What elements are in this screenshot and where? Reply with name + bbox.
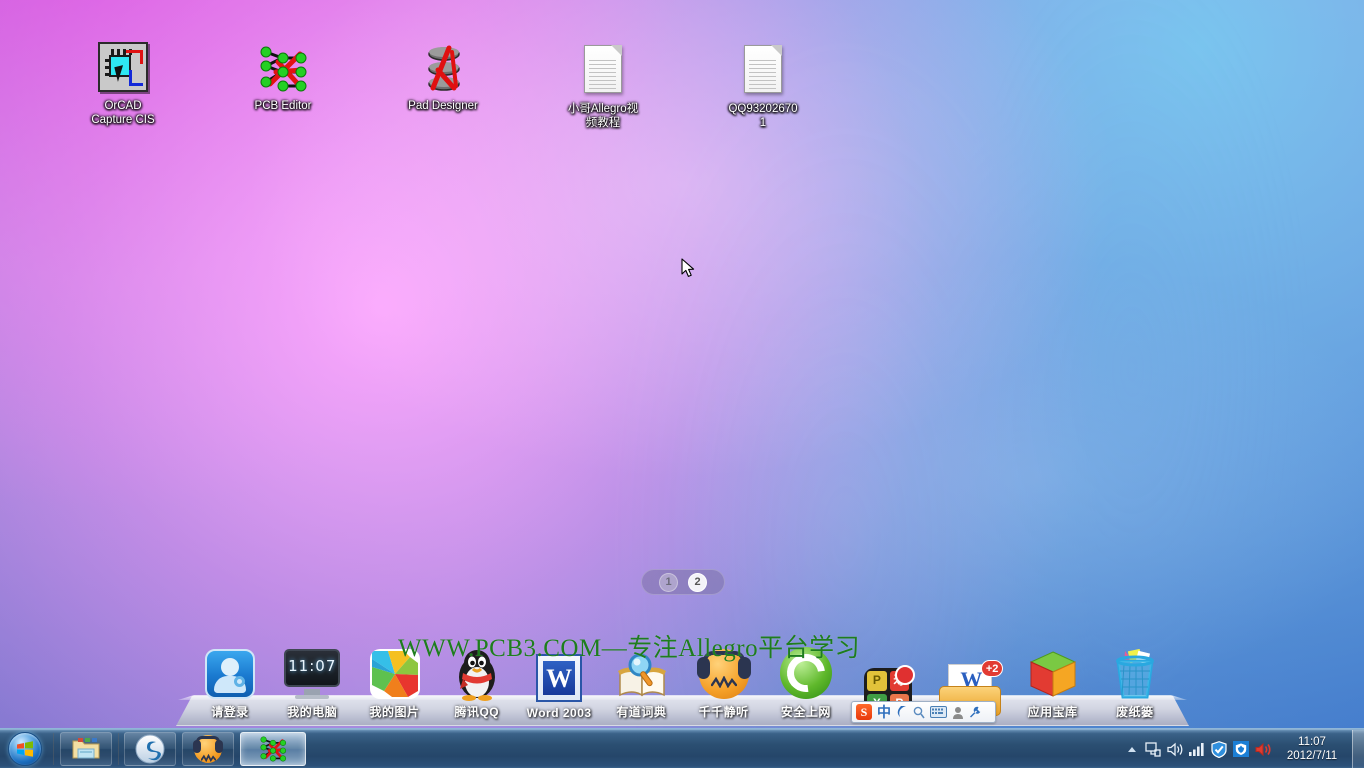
- text-file-icon: [576, 45, 630, 99]
- desktop-icon-label: Pad Designer: [408, 100, 478, 112]
- desktop-icon-orcad-capture-cis[interactable]: OrCAD Capture CIS: [68, 42, 178, 127]
- dock-item-label: Word 2003: [526, 706, 592, 720]
- dock-item-app-treasury[interactable]: 应用宝库: [1013, 641, 1093, 720]
- taskbar-button-sogou-browser[interactable]: [124, 732, 176, 766]
- dock-item-safe-browser[interactable]: 安全上网: [766, 641, 846, 720]
- taskbar-button-ttplayer[interactable]: [182, 732, 234, 766]
- dock-item-word-2003[interactable]: W Word 2003: [519, 644, 599, 720]
- sogou-logo-icon[interactable]: S: [856, 704, 872, 720]
- clock-date: 2012/7/11: [1286, 750, 1338, 762]
- dock-item-recycle-bin[interactable]: 废纸篓: [1095, 641, 1175, 720]
- dock-item-ttplayer[interactable]: 千千静听: [684, 641, 764, 720]
- tray-security-center-button[interactable]: [1208, 730, 1230, 768]
- ttplayer-icon: [684, 641, 764, 699]
- tray-volume-button[interactable]: [1164, 730, 1186, 768]
- desktop-icon-label: 小哥Allegro视 频教程: [567, 103, 639, 129]
- dock-item-my-pictures[interactable]: 我的图片: [355, 641, 435, 720]
- dock-clock-display: 11:07: [288, 657, 337, 675]
- start-button[interactable]: [5, 731, 49, 767]
- dock-item-label: 我的图片: [369, 705, 420, 719]
- dock-item-youdao-dict[interactable]: 有道词典: [601, 641, 681, 720]
- my-computer-icon: 11:07: [272, 641, 352, 699]
- desktop-icon-qq932026701[interactable]: QQ93202670 1: [708, 42, 818, 130]
- chinese-mode-icon[interactable]: 中: [877, 705, 891, 719]
- dock-item-login[interactable]: 请登录: [190, 641, 270, 720]
- safe-browser-icon: [766, 641, 846, 700]
- dock-item-label: 千千静听: [698, 705, 749, 719]
- taskbar-clock[interactable]: 11:07 2012/7/11: [1274, 735, 1350, 763]
- taskbar-button-pcb-editor[interactable]: [240, 732, 306, 766]
- pcb-editor-icon: [260, 736, 287, 762]
- my-pictures-icon: [355, 641, 435, 699]
- speaker-icon: [1166, 742, 1182, 756]
- page-dot-2[interactable]: 2: [688, 572, 707, 592]
- dock-item-list: 请登录 11:07 我的电脑 我的图片 腾讯QQ W Word 2003 有道词…: [176, 632, 1189, 726]
- tray-sound-mixer-button[interactable]: [1252, 730, 1274, 768]
- dock-item-label: 我的电脑: [287, 705, 338, 719]
- dock-item-label: 请登录: [211, 705, 249, 719]
- word-letter: W: [543, 661, 576, 695]
- windows-taskbar: 11:07 2012/7/11: [0, 728, 1364, 768]
- youdao-dict-icon: [601, 641, 681, 699]
- shield-icon: [1211, 740, 1227, 758]
- desktop-icon-pcb-editor[interactable]: PCB Editor: [228, 42, 338, 114]
- system-tray: 11:07 2012/7/11: [1122, 729, 1364, 768]
- dock-item-tencent-qq[interactable]: 腾讯QQ: [437, 641, 517, 720]
- text-file-icon: [736, 45, 790, 99]
- wrench-icon[interactable]: [969, 706, 982, 719]
- chevron-up-icon: [1128, 746, 1136, 752]
- blue-shield-icon: [1233, 741, 1249, 757]
- ttplayer-icon: [193, 735, 223, 763]
- sogou-browser-icon: [135, 734, 165, 764]
- taskbar-separator: [53, 733, 54, 765]
- desktop-icon-pad-designer[interactable]: Pad Designer: [388, 42, 498, 114]
- user-icon[interactable]: [952, 706, 964, 719]
- dock-item-label: 腾讯QQ: [454, 705, 500, 719]
- desktop-dock: 请登录 11:07 我的电脑 我的图片 腾讯QQ W Word 2003 有道词…: [176, 632, 1189, 726]
- desktop-icon-allegro-tutorial[interactable]: 小哥Allegro视 频教程: [548, 42, 658, 130]
- dock-item-my-computer[interactable]: 11:07 我的电脑: [272, 641, 352, 720]
- show-desktop-button[interactable]: [1352, 730, 1364, 768]
- sogou-ime-toolbar[interactable]: S 中: [851, 701, 996, 723]
- dock-item-label: 安全上网: [780, 705, 831, 719]
- office-notification-badge: [895, 665, 916, 685]
- signal-bars-icon: [1189, 743, 1204, 756]
- folder-icon: [72, 738, 100, 759]
- show-hidden-icons-button[interactable]: [1122, 730, 1142, 768]
- tray-antivirus-button[interactable]: [1230, 730, 1252, 768]
- tencent-qq-icon: [437, 641, 517, 701]
- word-2003-icon: W: [519, 644, 599, 702]
- page-dot-1[interactable]: 1: [659, 572, 678, 592]
- search-icon[interactable]: [913, 706, 925, 719]
- pad-designer-icon: [416, 42, 470, 96]
- moon-icon[interactable]: [896, 705, 908, 719]
- tray-network-button[interactable]: [1186, 730, 1208, 768]
- recycle-bin-icon: [1095, 641, 1175, 699]
- windows-flag-icon: [16, 740, 34, 758]
- dock-item-label: 废纸篓: [1116, 705, 1154, 719]
- tray-devices-button[interactable]: [1142, 730, 1164, 768]
- dock-item-label: 应用宝库: [1027, 705, 1078, 719]
- drawer-badge: +2: [980, 660, 1004, 677]
- devices-icon: [1145, 742, 1161, 757]
- taskbar-button-windows-explorer[interactable]: [60, 732, 112, 766]
- app-treasury-icon: [1013, 641, 1093, 699]
- red-speaker-icon: [1255, 742, 1270, 756]
- desktop-page-indicator[interactable]: 1 2: [641, 569, 725, 595]
- dock-item-label: 有道词典: [616, 705, 667, 719]
- soft-keyboard-icon[interactable]: [930, 706, 947, 718]
- desktop-icon-label: OrCAD Capture CIS: [91, 100, 155, 126]
- orcad-capture-icon: [96, 42, 150, 96]
- user-login-icon: [190, 641, 270, 699]
- desktop-icon-label: QQ93202670 1: [728, 103, 798, 129]
- clock-time: 11:07: [1298, 736, 1326, 748]
- desktop-icon-label: PCB Editor: [254, 100, 312, 112]
- taskbar-separator: [118, 733, 119, 765]
- pcb-editor-icon: [256, 42, 310, 96]
